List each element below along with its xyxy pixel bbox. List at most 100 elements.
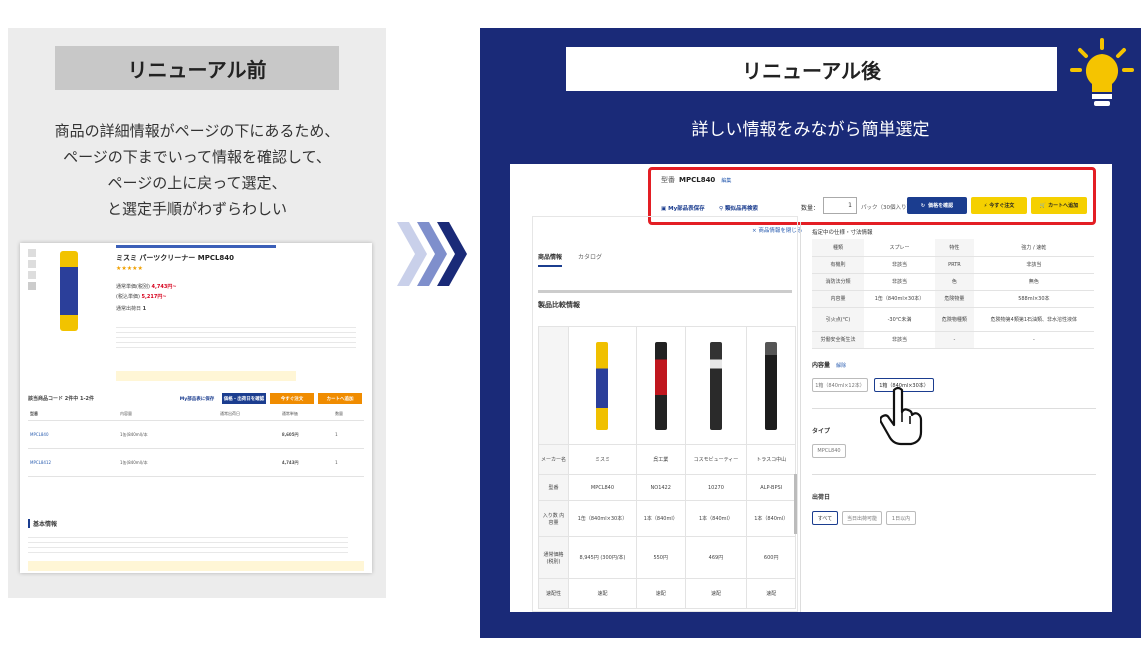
table-cell-code[interactable]: MPCL8412 bbox=[28, 448, 118, 477]
spec-value: 強力 / 速乾 bbox=[973, 239, 1094, 257]
product-image bbox=[60, 251, 78, 331]
tab-catalog[interactable]: カタログ bbox=[578, 254, 602, 261]
spec-value: 無色 bbox=[973, 273, 1094, 291]
ship-option-1day[interactable]: 1日以内 bbox=[886, 511, 916, 525]
cart-icon: 🛒 bbox=[1039, 202, 1047, 209]
old-basic-info-heading: 基本情報 bbox=[28, 519, 57, 528]
table-cell: 8,945円 (300円/本) bbox=[568, 536, 637, 579]
spec-key: 危険物種類 bbox=[935, 307, 974, 332]
table-cell-qty[interactable]: 1 bbox=[333, 420, 364, 449]
before-description-line: ページの上に戻って選定、 bbox=[107, 174, 287, 192]
spec-value: -30℃未満 bbox=[863, 307, 936, 332]
add-to-cart-button[interactable]: 🛒 カートへ追加 bbox=[1031, 197, 1087, 214]
compare-title: 製品比較情報 bbox=[538, 301, 580, 309]
old-price-2: 5,217円~ bbox=[141, 294, 167, 300]
table-row[interactable]: MPCL8412 1缶(840ml)/本 4,743円 1 bbox=[28, 448, 364, 477]
spec-value: 非該当 bbox=[863, 331, 936, 349]
table-cell-code[interactable]: MPCL840 bbox=[28, 420, 118, 449]
old-save-button[interactable]: My部品表に保存 bbox=[176, 393, 218, 404]
spec-value: 588ml×30本 bbox=[973, 290, 1094, 308]
model-value: MPCL840 bbox=[679, 176, 716, 184]
spec-table: 種類 スプレー 特性 強力 / 速乾 有機則 非該当 PRTR 非該当 消防法分… bbox=[812, 239, 1094, 349]
similar-search-link[interactable]: ⚲ 類似品再検索 bbox=[719, 204, 758, 212]
table-row: 消防法分類 非該当 色 無色 bbox=[812, 273, 1094, 291]
table-cell-qty[interactable]: 1 bbox=[333, 448, 364, 477]
model-edit-link[interactable]: 編集 bbox=[721, 178, 731, 184]
check-price-button[interactable]: ↻ 価格を確認 bbox=[907, 197, 967, 214]
similar-link-label: 類似品再検索 bbox=[724, 206, 758, 212]
row-label: 通常価格(税別) bbox=[538, 536, 569, 579]
thumbnail-strip bbox=[28, 249, 36, 319]
ship-option-same-day[interactable]: 当日出荷可能 bbox=[842, 511, 882, 525]
spec-key: 内容量 bbox=[812, 290, 864, 308]
spec-value: 非該当 bbox=[973, 256, 1094, 274]
table-cell: 速配 bbox=[568, 578, 637, 609]
type-option[interactable]: MPCL840 bbox=[812, 444, 846, 458]
order-now-button[interactable]: ⚡ 今すぐ注文 bbox=[971, 197, 1027, 214]
capacity-heading: 内容量 解除 bbox=[812, 360, 846, 369]
table-cell: 10270 bbox=[684, 474, 748, 501]
column-divider bbox=[800, 222, 801, 612]
before-description: 商品の詳細情報がページの下にあるため、 ページの下までいって情報を確認して、 ペ… bbox=[8, 118, 386, 222]
model-prefix: 型番 bbox=[661, 176, 675, 184]
table-cell: 呉工業 bbox=[635, 444, 686, 475]
basic-info-lines bbox=[28, 533, 348, 555]
table-cell-price: 8,605円 bbox=[279, 420, 334, 449]
breadcrumb bbox=[116, 245, 276, 248]
scrollbar-thumb[interactable] bbox=[794, 474, 797, 534]
spec-key: 引火点(℃) bbox=[812, 307, 864, 332]
comparison-slide: リニューアル前 商品の詳細情報がページの下にあるため、 ページの下までいって情報… bbox=[0, 0, 1147, 651]
old-price-1: 4,743円~ bbox=[151, 284, 177, 290]
old-product-table: 型番 内容量 通常出荷日 通常単価 数量 MPCL840 1缶(840ml)/本 8,6… bbox=[28, 408, 364, 477]
product-image bbox=[709, 341, 722, 430]
capacity-clear-link[interactable]: 解除 bbox=[836, 363, 846, 369]
table-row: 内容量 1缶（840ml×30本） 危険物量 588ml×30本 bbox=[812, 290, 1094, 308]
product-image bbox=[654, 341, 667, 430]
table-cell-price: 4,743円 bbox=[279, 448, 334, 477]
after-panel: リニューアル後 詳しい情報をみながら簡単選定 型番 MPCL840 編集 ▣ My部… bbox=[480, 28, 1141, 638]
spec-value: 1缶（840ml×30本） bbox=[863, 290, 936, 308]
pack-label: パック（30個入り） bbox=[861, 205, 912, 211]
spec-value: - bbox=[973, 331, 1094, 349]
old-cart-button[interactable]: カートへ追加 bbox=[318, 393, 362, 404]
lightbulb-icon bbox=[1070, 38, 1134, 106]
spec-title: 指定中の仕様・寸法情報 bbox=[812, 230, 873, 236]
spec-key: PRTR bbox=[935, 256, 974, 274]
spec-lines bbox=[116, 323, 356, 351]
table-row[interactable]: MPCL840 1缶(840ml)/本 8,605円 1 bbox=[28, 420, 364, 449]
old-order-button[interactable]: 今すぐ注文 bbox=[270, 393, 314, 404]
table-cell: 速配 bbox=[746, 578, 796, 609]
bolt-icon: ⚡ bbox=[983, 202, 988, 209]
table-cell: 1本（840ml） bbox=[635, 500, 686, 537]
rating-stars: ★★★★★ bbox=[116, 265, 143, 272]
model-number: 型番 MPCL840 編集 bbox=[661, 175, 731, 185]
save-to-parts-list-link[interactable]: ▣ My部品表保存 bbox=[661, 204, 705, 212]
tab-product-info[interactable]: 商品情報 bbox=[538, 254, 563, 267]
table-cell: 550円 bbox=[635, 536, 686, 579]
capacity-option[interactable]: 1箱（840ml×12本） bbox=[812, 378, 868, 392]
old-price-button[interactable]: 価格・出荷日を確認 bbox=[222, 393, 266, 404]
table-cell: コスモビューティー bbox=[684, 444, 748, 475]
table-row: 速配性 速配 速配 速配 速配 bbox=[538, 578, 796, 609]
spec-value: スプレー bbox=[863, 239, 936, 257]
table-row: 型番 MPCL840 NO1422 10270 ALP-BPSI bbox=[538, 474, 796, 501]
table-cell: 1本（840ml） bbox=[684, 500, 748, 537]
table-header: 型番 内容量 通常出荷日 通常単価 数量 bbox=[28, 408, 364, 421]
add-to-cart-label: カートへ追加 bbox=[1048, 203, 1079, 209]
spec-key: 労働安全衛生法 bbox=[812, 331, 864, 349]
table-row bbox=[538, 326, 796, 445]
before-description-line: 商品の詳細情報がページの下にあるため、 bbox=[54, 122, 340, 140]
refresh-icon: ↻ bbox=[920, 202, 926, 209]
spec-key: 危険物量 bbox=[935, 290, 974, 308]
old-page-screenshot: ミスミ パーツクリーナー MPCL840 ★★★★★ 通常単価(税別) 4,74… bbox=[20, 243, 372, 573]
spec-key: - bbox=[935, 331, 974, 349]
table-cell: 1本（840ml） bbox=[746, 500, 796, 537]
divider bbox=[812, 474, 1096, 475]
spec-key: 有機則 bbox=[812, 256, 864, 274]
table-row: 引火点(℃) -30℃未満 危険物種類 危険物第4類第1石油類、非水溶性液体 bbox=[812, 307, 1094, 332]
ship-option-all[interactable]: すべて bbox=[812, 511, 838, 525]
before-title: リニューアル前 bbox=[55, 46, 339, 90]
quantity-input[interactable]: 1 bbox=[823, 197, 857, 214]
table-cell: トラスコ中山 bbox=[746, 444, 796, 475]
old-list-header: 該当商品コード 2件中 1-2件 bbox=[28, 396, 94, 402]
